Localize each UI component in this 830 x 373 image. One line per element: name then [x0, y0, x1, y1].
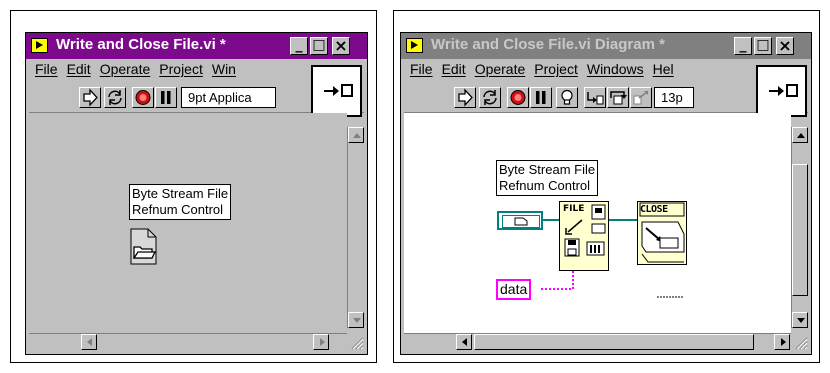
refnum-terminal-label[interactable]: Byte Stream File Refnum Control	[496, 160, 599, 196]
scroll-up-button[interactable]	[792, 127, 808, 143]
horizontal-scroll-thumb[interactable]	[474, 334, 754, 350]
close-button[interactable]: ×	[332, 37, 350, 55]
close-icon: ×	[334, 36, 348, 55]
menu-operate[interactable]: Operate	[100, 61, 151, 77]
refnum-terminal[interactable]	[497, 211, 543, 230]
file-tab-icon	[514, 217, 528, 226]
minimize-button[interactable]: _	[290, 37, 308, 55]
write-file-icon	[564, 204, 606, 257]
scroll-left-button[interactable]	[81, 334, 97, 350]
refnum-terminal-inner	[502, 215, 540, 228]
abort-button[interactable]	[132, 87, 154, 108]
scroll-right-button[interactable]	[313, 334, 329, 350]
font-selector-value: 9pt Applica	[188, 90, 252, 105]
front-panel-canvas[interactable]	[29, 113, 347, 333]
pause-button[interactable]	[155, 87, 177, 108]
diagram-window: Write and Close File.vi Diagram * _ □ × …	[400, 32, 812, 355]
write-file-node[interactable]: FILE	[559, 201, 609, 271]
minimize-icon: _	[295, 37, 303, 53]
front-panel-window: Write and Close File.vi * _ □ × File Edit…	[25, 32, 368, 355]
menu-project[interactable]: Project	[159, 61, 203, 77]
byte-stream-refnum-control[interactable]	[130, 228, 157, 265]
pause-icon	[161, 91, 171, 104]
connector-pane[interactable]	[311, 65, 362, 117]
front-panel-vertical-scrollbar[interactable]	[347, 127, 364, 328]
scroll-left-button[interactable]	[456, 334, 472, 350]
resize-grip-icon[interactable]	[792, 334, 808, 350]
run-arrow-icon	[83, 88, 98, 107]
font-selector[interactable]: 9pt Applica	[181, 87, 276, 108]
folder-icon	[130, 228, 157, 265]
maximize-button[interactable]: □	[310, 37, 328, 55]
refnum-control-label[interactable]: Byte Stream File Refnum Control	[129, 184, 232, 220]
front-panel-title: Write and Close File.vi *	[56, 36, 226, 53]
vertical-scroll-thumb[interactable]	[792, 164, 808, 296]
diagram-vertical-scrollbar[interactable]	[791, 127, 808, 328]
menu-edit[interactable]: Edit	[67, 61, 91, 77]
diagram-horizontal-scrollbar[interactable]	[404, 333, 791, 350]
string-wire	[541, 271, 574, 290]
menu-windows[interactable]: Win	[212, 61, 236, 77]
connector-pane-icon	[341, 84, 353, 97]
front-panel-title-bar[interactable]: Write and Close File.vi * _ □ ×	[26, 33, 367, 59]
abort-icon	[135, 90, 151, 105]
scroll-down-button[interactable]	[792, 312, 808, 328]
labview-vi-icon[interactable]	[31, 38, 48, 53]
diagram-wires	[541, 219, 683, 298]
scroll-down-button[interactable]	[348, 312, 364, 328]
resize-grip-icon[interactable]	[348, 334, 364, 350]
run-continuously-button[interactable]	[104, 87, 126, 108]
close-file-node[interactable]: CLOSE	[637, 201, 687, 265]
maximize-icon: □	[312, 37, 326, 53]
run-button[interactable]	[79, 87, 101, 108]
front-panel-horizontal-scrollbar[interactable]	[29, 333, 347, 350]
close-file-icon	[639, 202, 685, 263]
menu-file[interactable]: File	[35, 61, 58, 77]
data-terminal-label: data	[500, 281, 528, 297]
data-terminal[interactable]: data	[496, 279, 532, 300]
scroll-right-button[interactable]	[774, 334, 790, 350]
run-continuous-icon	[108, 90, 122, 105]
scroll-up-button[interactable]	[348, 127, 364, 143]
